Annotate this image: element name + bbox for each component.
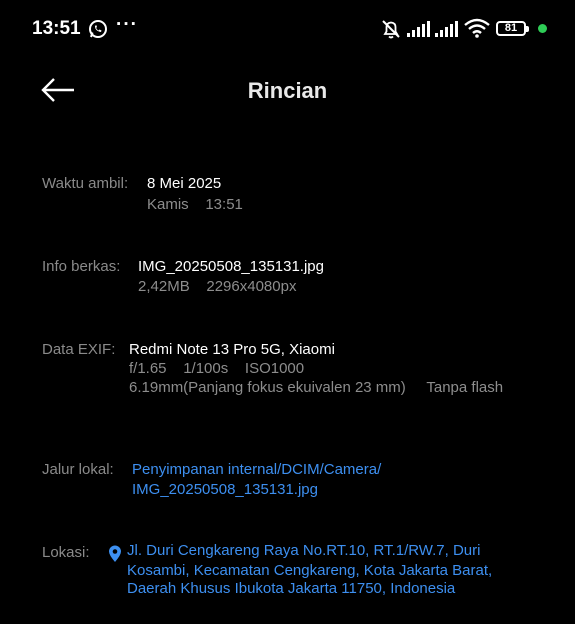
exif-device: Redmi Note 13 Pro 5G, Xiaomi [129, 341, 335, 358]
path-line[interactable]: Penyimpanan internal/DCIM/Camera/ [132, 460, 381, 480]
file-label: Info berkas: [42, 258, 121, 275]
location-line[interactable]: Kosambi, Kecamatan Cengkareng, Kota Jaka… [127, 561, 492, 581]
exif-label: Data EXIF: [42, 341, 116, 358]
exif-settings: f/1.65 1/100s ISO1000 [129, 360, 305, 377]
location-label: Lokasi: [42, 544, 90, 561]
page-title: Rincian [247, 78, 328, 103]
path-label: Jalur lokal: [42, 461, 114, 478]
path-line[interactable]: IMG_20250508_135131.jpg [132, 480, 318, 500]
status-bar: 13:51 ··· 81 [0, 0, 575, 58]
file-name: IMG_20250508_135131.jpg [138, 258, 324, 275]
file-meta: 2,42MB 2296x4080px [138, 278, 297, 295]
taken-day-time: Kamis 13:51 [147, 196, 243, 213]
taken-label: Waktu ambil: [42, 175, 129, 192]
more-icon: ··· [116, 14, 138, 35]
signal-icon [407, 21, 430, 37]
signal-icon [435, 21, 458, 37]
wifi-icon [464, 18, 490, 38]
battery-icon: 81 [496, 21, 529, 36]
location-line[interactable]: Jl. Duri Cengkareng Raya No.RT.10, RT.1/… [127, 541, 480, 561]
taken-date: 8 Mei 2025 [147, 175, 222, 192]
whatsapp-icon [89, 20, 107, 38]
exif-focal: 6.19mm(Panjang fokus ekuivalen 23 mm) Ta… [129, 379, 504, 396]
location-line[interactable]: Daerah Khusus Ibukota Jakarta 11750, Ind… [127, 579, 455, 599]
status-time: 13:51 [32, 18, 81, 39]
location-pin-icon [109, 545, 121, 562]
mute-icon [382, 20, 400, 39]
dot-icon [538, 24, 547, 33]
